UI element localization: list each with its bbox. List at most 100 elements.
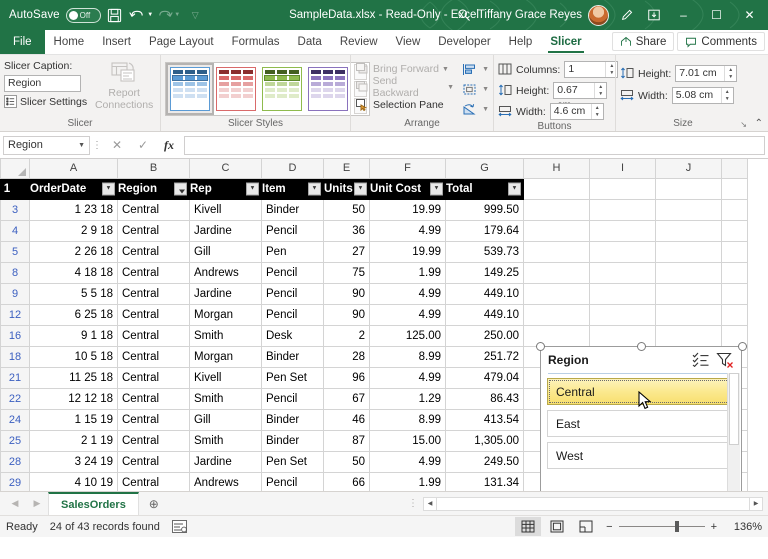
row-header-5[interactable]: 5 (0, 240, 30, 263)
slicer-style-light-blue[interactable] (166, 62, 214, 115)
cell-blank-K[interactable] (721, 282, 748, 305)
zoom-thumb[interactable] (674, 521, 679, 532)
cell-orderdate[interactable]: 3 24 19 (29, 450, 118, 473)
cell-orderdate[interactable]: 11 25 18 (29, 366, 118, 389)
add-sheet-icon[interactable]: ⊕ (139, 497, 169, 511)
cell-units[interactable]: 66 (323, 471, 370, 491)
table-row[interactable]: 84 18 18 Central Andrews Pencil 75 1.99 149.25 (0, 261, 748, 284)
select-all-corner[interactable] (0, 159, 30, 179)
cell-item[interactable]: Binder (261, 198, 324, 221)
filter-button-region[interactable] (174, 182, 187, 195)
cell-blank-H[interactable] (523, 324, 590, 347)
zoom-slider[interactable]: − + (606, 521, 717, 533)
normal-view-icon[interactable] (515, 517, 542, 536)
cell-rep[interactable]: Gill (189, 240, 262, 263)
cell-blank-J[interactable] (655, 219, 722, 242)
cell-blank-I[interactable] (589, 303, 656, 326)
table-row[interactable]: 52 26 18 Central Gill Pen 27 19.99 539.73 (0, 240, 748, 263)
column-header-A[interactable]: A (29, 159, 118, 179)
zoom-track[interactable] (618, 521, 705, 532)
name-box[interactable]: Region ▼ (3, 135, 90, 155)
cell-rep[interactable]: Smith (189, 324, 262, 347)
column-header-B[interactable]: B (117, 159, 190, 179)
page-break-preview-icon[interactable] (573, 517, 599, 536)
cell-region[interactable]: Central (117, 198, 190, 221)
cell-rep[interactable]: Kivell (189, 366, 262, 389)
selection-pane-button[interactable]: Selection Pane (355, 96, 454, 114)
tab-help[interactable]: Help (500, 30, 542, 54)
cell-rep[interactable]: Andrews (189, 471, 262, 491)
cell-region[interactable]: Central (117, 240, 190, 263)
cell-unitcost[interactable]: 1.99 (369, 261, 446, 284)
row-header-21[interactable]: 21 (0, 366, 30, 389)
scroll-right-icon[interactable]: ▶ (749, 497, 762, 510)
table-row[interactable]: 12 6 25 18 Central Morgan Pencil 90 4.99 449.10 (0, 303, 748, 326)
ribbon-display-options-icon[interactable] (640, 2, 667, 28)
cell-region[interactable]: Central (117, 219, 190, 242)
cell-rep[interactable]: Morgan (189, 345, 262, 368)
row-header-18[interactable]: 18 (0, 345, 30, 368)
cell-blank-J[interactable] (655, 303, 722, 326)
cell-blank-J[interactable] (655, 261, 722, 284)
row-header-4[interactable]: 4 (0, 219, 30, 242)
slicer-style-light-green[interactable] (260, 64, 304, 113)
slicer-caption-input[interactable]: Region (4, 75, 81, 92)
cell-rep[interactable]: Morgan (189, 303, 262, 326)
cell-item[interactable]: Pen Set (261, 366, 324, 389)
cell-blank-K[interactable] (721, 198, 748, 221)
cell-blank-K[interactable] (721, 240, 748, 263)
align-chevron-down-icon[interactable]: ▼ (482, 66, 489, 73)
cell-total[interactable]: 149.25 (445, 261, 524, 284)
row-header-12[interactable]: 12 (0, 303, 30, 326)
slicer-style-light-purple[interactable] (306, 64, 350, 113)
button-height-stepper[interactable]: 0.67 cm ▲▼ (553, 82, 608, 111)
cell-rep[interactable]: Smith (189, 387, 262, 410)
cell-region[interactable]: Central (117, 345, 190, 368)
size-height-stepper[interactable]: 7.01 cm ▲ ▼ (675, 65, 738, 82)
row-header-25[interactable]: 25 (0, 429, 30, 452)
cell-blank-I[interactable] (589, 198, 656, 221)
size-width-spin-buttons[interactable]: ▲ ▼ (720, 88, 733, 103)
tab-insert[interactable]: Insert (93, 30, 140, 54)
cell-item[interactable]: Pencil (261, 282, 324, 305)
cell-total[interactable]: 86.43 (445, 387, 524, 410)
cell-unitcost[interactable]: 4.99 (369, 219, 446, 242)
cell-total[interactable]: 249.50 (445, 450, 524, 473)
cell-units[interactable]: 87 (323, 429, 370, 452)
filter-button-orderdate[interactable]: ▼ (102, 182, 115, 195)
zoom-out-button[interactable]: − (606, 521, 612, 533)
columns-stepper[interactable]: 1 ▲ ▼ (564, 61, 619, 78)
slicer-item-east[interactable]: East (547, 410, 735, 437)
insert-function-icon[interactable]: fx (156, 134, 182, 156)
cell-rep[interactable]: Jardine (189, 450, 262, 473)
cell-orderdate[interactable]: 12 12 18 (29, 387, 118, 410)
cell-units[interactable]: 27 (323, 240, 370, 263)
cell-region[interactable]: Central (117, 450, 190, 473)
cell-unitcost[interactable]: 4.99 (369, 282, 446, 305)
page-layout-view-icon[interactable] (544, 517, 570, 536)
autosave-toggle[interactable]: Off (65, 7, 101, 23)
rotate-chevron-down-icon[interactable]: ▼ (482, 106, 489, 113)
row-header-16[interactable]: 16 (0, 324, 30, 347)
save-icon[interactable] (101, 2, 128, 28)
cell-item[interactable]: Binder (261, 408, 324, 431)
column-header-C[interactable]: C (189, 159, 262, 179)
cell-region[interactable]: Central (117, 324, 190, 347)
cell-unitcost[interactable]: 8.99 (369, 408, 446, 431)
cell-blank-K[interactable] (721, 219, 748, 242)
cell-orderdate[interactable]: 4 18 18 (29, 261, 118, 284)
cell-rep[interactable]: Andrews (189, 261, 262, 284)
tab-page-layout[interactable]: Page Layout (140, 30, 223, 54)
tab-view[interactable]: View (387, 30, 430, 54)
rotate-objects-button[interactable]: ▼ (462, 100, 489, 118)
scroll-left-icon[interactable]: ◀ (424, 497, 437, 510)
resize-handle-top-left[interactable] (536, 342, 545, 351)
cell-item[interactable]: Pencil (261, 261, 324, 284)
column-header-H[interactable]: H (523, 159, 590, 179)
column-header-K[interactable] (721, 159, 748, 179)
tab-developer[interactable]: Developer (429, 30, 499, 54)
cell-units[interactable]: 50 (323, 198, 370, 221)
cell-total[interactable]: 1,305.00 (445, 429, 524, 452)
tab-file[interactable]: File (0, 30, 45, 54)
cell-region[interactable]: Central (117, 261, 190, 284)
